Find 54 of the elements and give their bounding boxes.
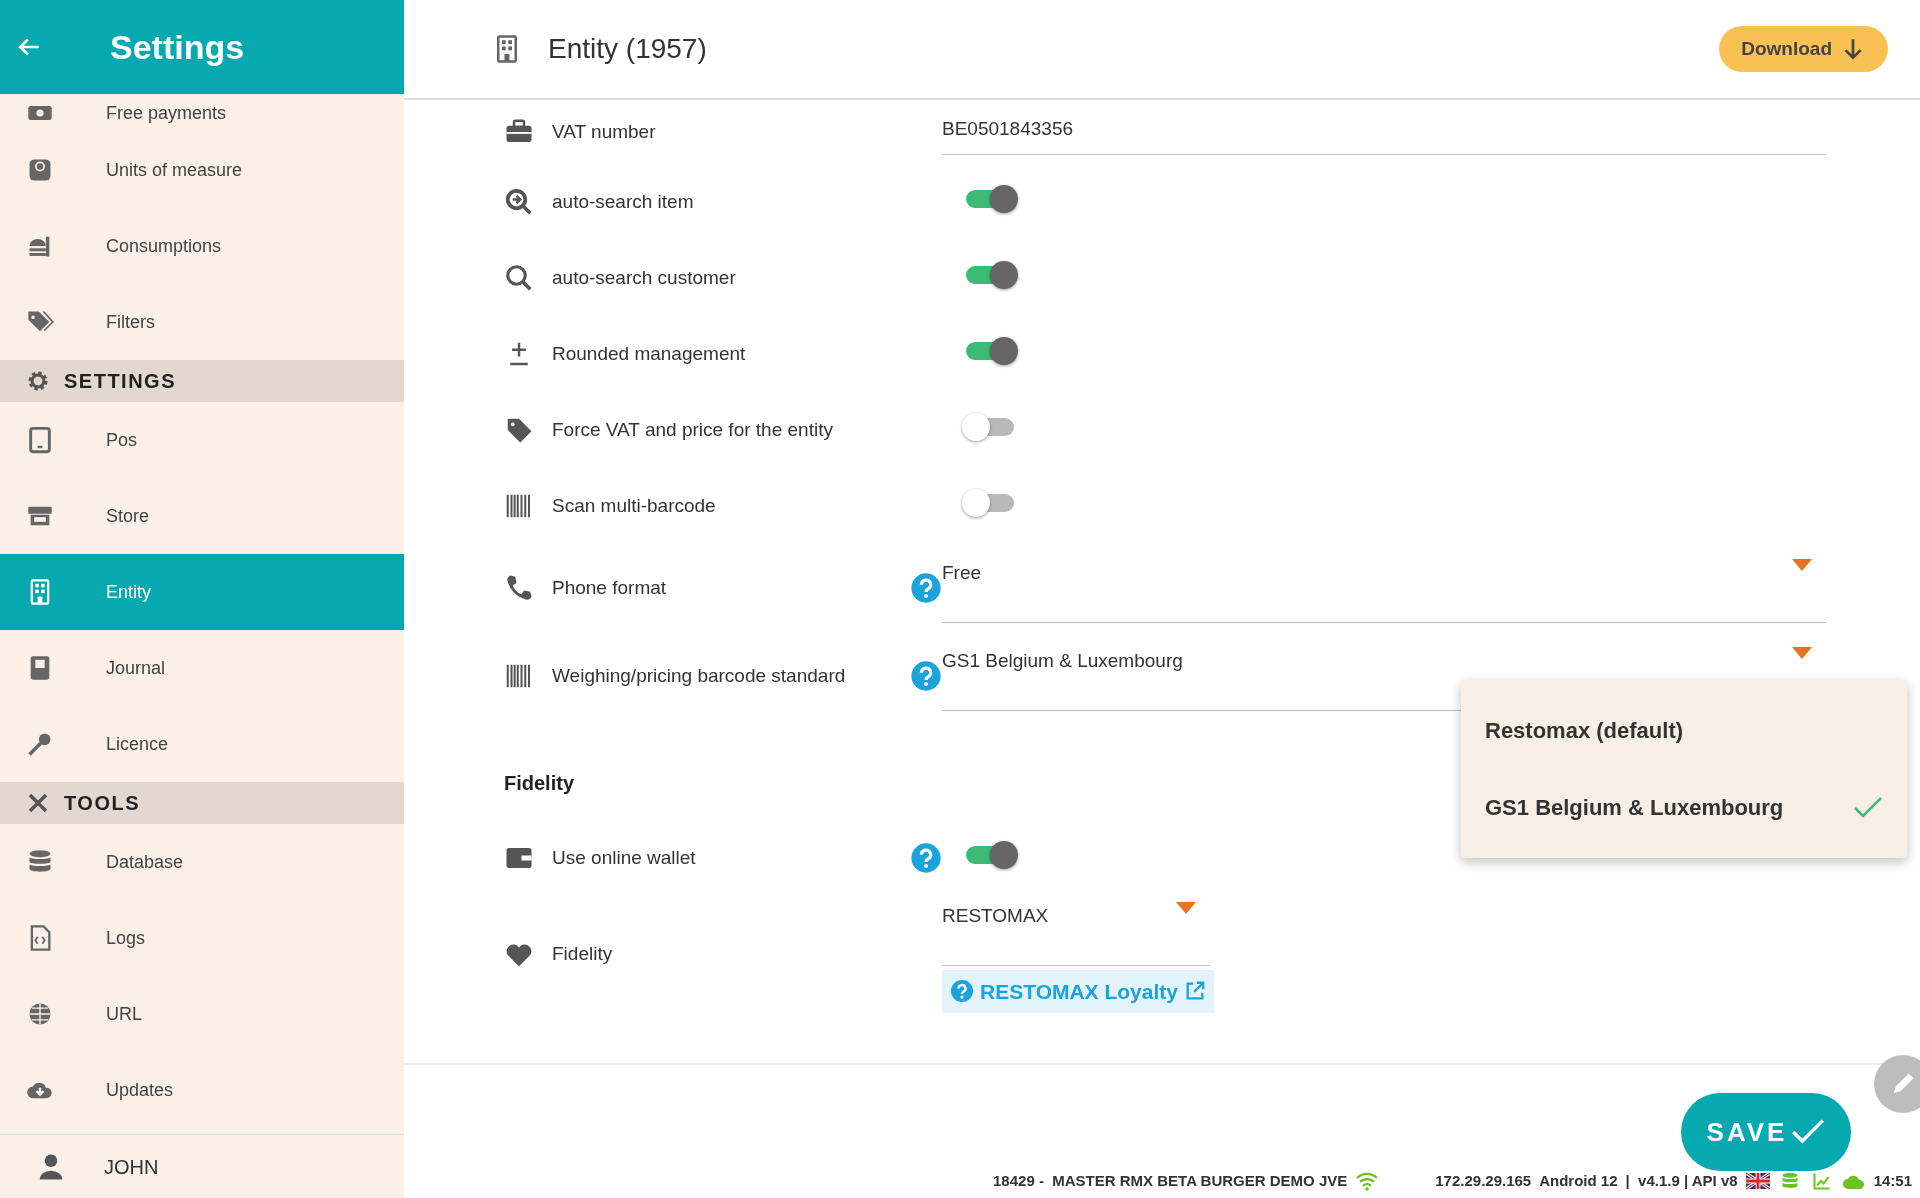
terminal-name: 18429 - MASTER RMX BETA BURGER DEMO JVE [993,1170,1348,1191]
phone-icon [504,573,534,603]
user-name: JOHN [104,1154,159,1180]
search-icon [504,263,534,293]
os-version: Android 12 [1539,1170,1618,1191]
sidebar-item[interactable]: Logs [0,900,404,976]
sidebar-item[interactable]: Journal [0,630,404,706]
setting-label: Fidelity [551,942,614,967]
setting-label: Scan multi-barcode [551,493,717,518]
caret-icon [1792,559,1812,572]
setting-label: auto-search customer [551,265,737,290]
setting-label: Force VAT and price for the entity [551,417,834,442]
sidebar-title: Settings [110,26,245,68]
sidebar-item[interactable]: Licence [0,706,404,782]
wifi-icon [1355,1171,1380,1191]
setting-label: Rounded management [551,341,747,366]
app-version: | v4.1.9 | API v8 [1625,1170,1738,1191]
sidebar-item[interactable]: Filters [0,284,404,360]
settings-icon [26,369,50,393]
help-icon[interactable] [910,660,942,692]
edit-button[interactable] [1874,1055,1920,1113]
setting-label: auto-search item [551,189,695,214]
caret-icon [1176,902,1196,914]
section-heading: Fidelity [504,771,575,796]
menu-option[interactable]: GS1 Belgium & Luxembourg [1461,769,1907,846]
sidebar-item[interactable]: Store [0,478,404,554]
flag-icon [1745,1171,1770,1191]
text-field[interactable]: BE0501843356 [942,109,1826,155]
sidebar-item[interactable]: Updates [0,1052,404,1128]
clock-time: 14:51 [1873,1170,1912,1191]
setting-label: VAT number [551,119,657,144]
setting-label: Weighing/pricing barcode standard [551,663,847,688]
ip-address: 172.29.29.165 [1435,1170,1532,1191]
setting-label: Use online wallet [551,845,697,870]
sidebar-item[interactable]: Consumptions [0,208,404,284]
page-title: Entity (1957) [548,32,708,66]
caret-icon [1792,647,1812,660]
help-icon[interactable] [910,572,942,604]
sidebar-item[interactable]: Database [0,824,404,900]
section-title: SETTINGS [64,369,176,394]
sidebar-item[interactable]: URL [0,976,404,1052]
help-icon [950,979,974,1004]
setting-label: Phone format [551,575,668,600]
help-icon[interactable] [910,842,942,874]
sidebar-item[interactable]: Free payments [0,94,404,132]
tablet-icon [26,426,54,454]
section-title: TOOLS [64,791,141,816]
download-button[interactable]: Download [1719,26,1888,72]
sidebar-item[interactable]: Pos [0,402,404,478]
select-field[interactable]: Free [942,553,1826,623]
sidebar-item[interactable]: Units of measure [0,132,404,208]
check-icon [1791,1118,1826,1146]
select-field[interactable]: RESTOMAX [942,896,1210,966]
search-arrow-icon [504,187,534,217]
